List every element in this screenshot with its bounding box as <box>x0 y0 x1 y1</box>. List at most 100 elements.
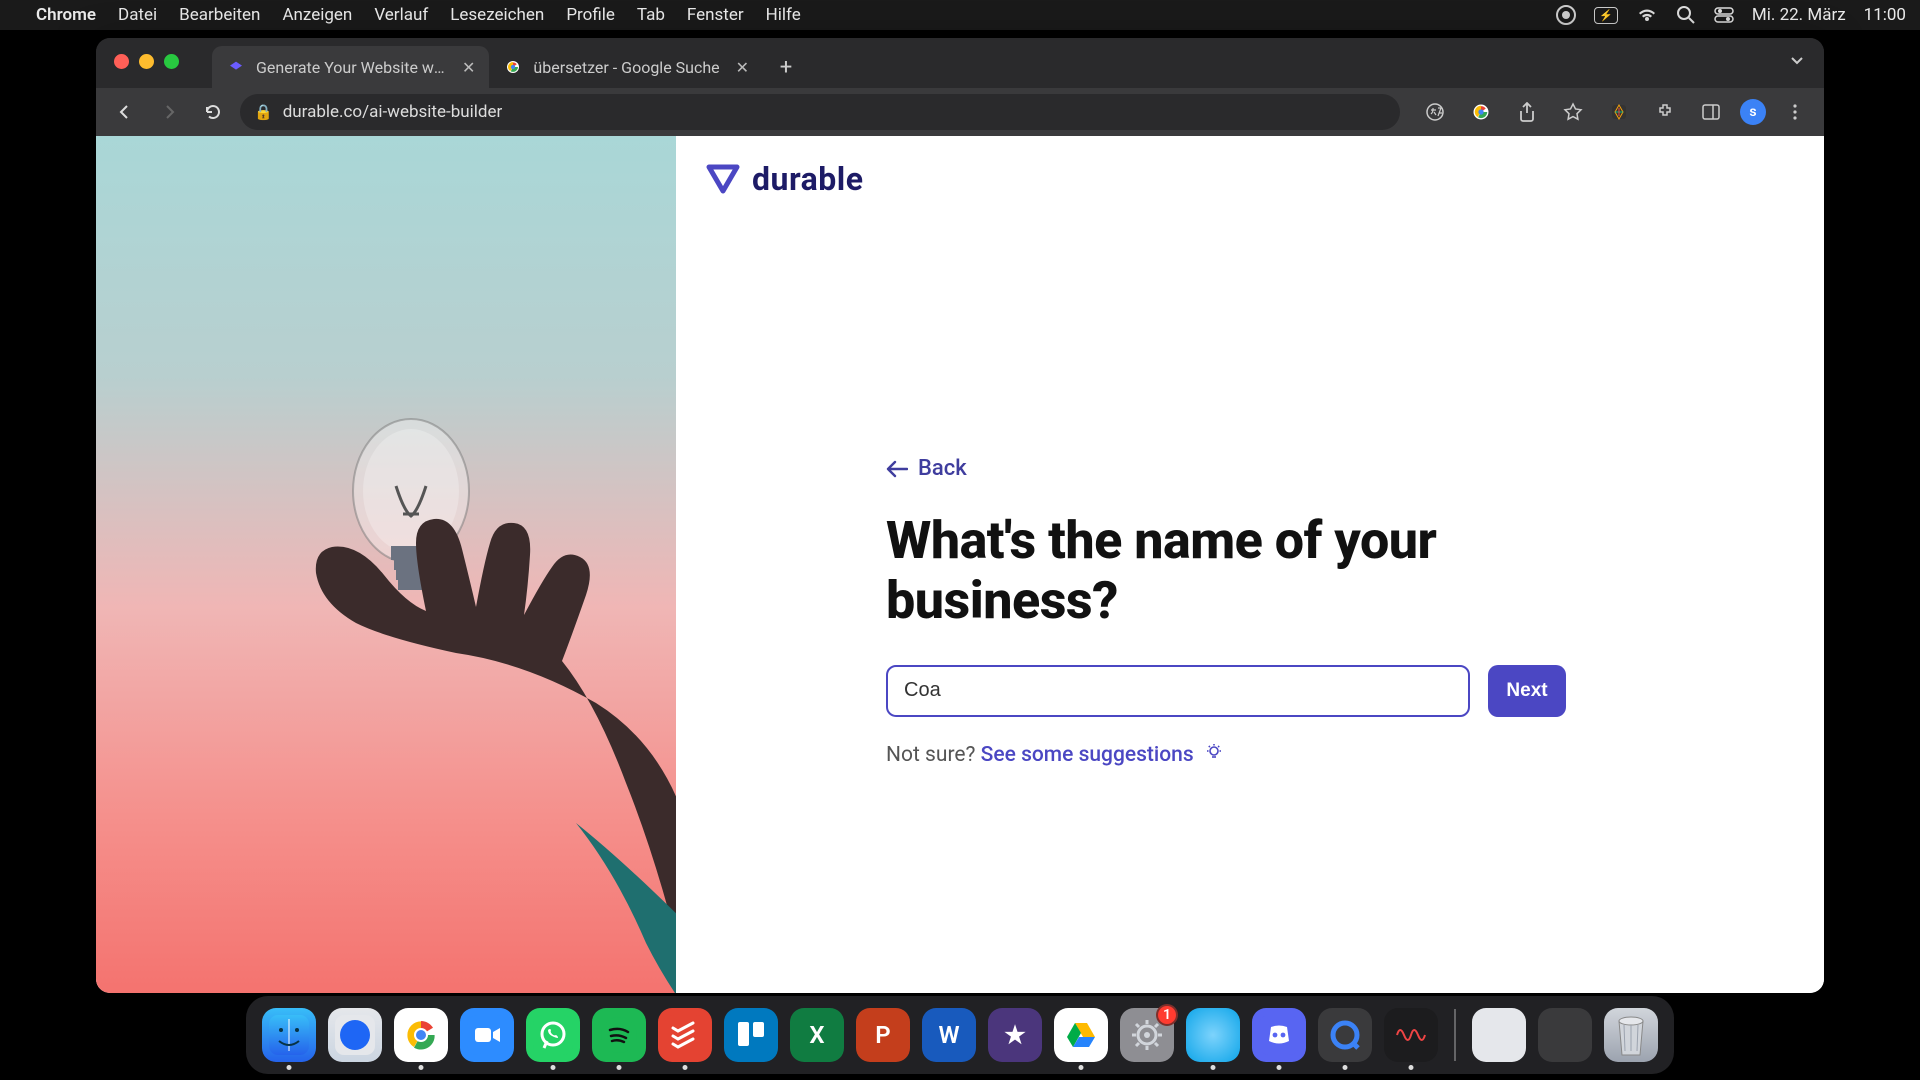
browser-window: Generate Your Website with AI ✕ übersetz… <box>96 38 1824 993</box>
dock-separator <box>1454 1009 1456 1061</box>
window-close[interactable] <box>114 54 129 69</box>
brand-name: durable <box>752 160 864 198</box>
running-indicator <box>683 1065 688 1070</box>
menu-item[interactable]: Profile <box>566 5 615 25</box>
dock-app-app-util[interactable] <box>1472 1008 1526 1062</box>
wifi-icon[interactable] <box>1636 7 1658 23</box>
content-pane: durable Back What's the name of your bus… <box>676 136 1824 993</box>
dock-app-todoist[interactable] <box>658 1008 712 1062</box>
tab-close-icon[interactable]: ✕ <box>462 58 475 77</box>
dock-app-trash[interactable] <box>1604 1008 1658 1062</box>
dock-app-powerpoint[interactable]: P <box>856 1008 910 1062</box>
running-indicator <box>1211 1065 1216 1070</box>
chrome-menu-icon[interactable] <box>1778 95 1812 129</box>
dock-app-excel[interactable]: X <box>790 1008 844 1062</box>
bookmark-icon[interactable] <box>1556 95 1590 129</box>
menu-item[interactable]: Bearbeiten <box>179 5 260 25</box>
nav-reload-button[interactable] <box>196 95 230 129</box>
dock-app-finder[interactable] <box>262 1008 316 1062</box>
running-indicator <box>1079 1065 1084 1070</box>
menu-item[interactable]: Anzeigen <box>282 5 352 25</box>
menu-item[interactable]: Lesezeichen <box>450 5 544 25</box>
extension-color-icon[interactable] <box>1602 95 1636 129</box>
url-text: durable.co/ai-website-builder <box>283 102 503 122</box>
arrow-left-icon <box>886 460 908 478</box>
nav-back-button[interactable] <box>108 95 142 129</box>
browser-tab[interactable]: übersetzer - Google Suche ✕ <box>489 46 763 88</box>
google-icon[interactable] <box>1464 95 1498 129</box>
page-viewport: durable Back What's the name of your bus… <box>96 136 1824 993</box>
page-heading: What's the name of your business? <box>886 511 1446 631</box>
tab-title: Generate Your Website with AI <box>256 58 446 77</box>
tab-close-icon[interactable]: ✕ <box>736 58 749 77</box>
share-icon[interactable] <box>1510 95 1544 129</box>
window-controls <box>114 54 179 69</box>
dock-app-discord[interactable] <box>1252 1008 1306 1062</box>
control-center-icon[interactable] <box>1714 7 1734 23</box>
dock-app-spotify[interactable] <box>592 1008 646 1062</box>
mac-menubar: Chrome Datei Bearbeiten Anzeigen Verlauf… <box>0 0 1920 30</box>
dock-badge: 1 <box>1156 1004 1178 1026</box>
dock-app-chrome[interactable] <box>394 1008 448 1062</box>
hero-image <box>96 136 676 993</box>
next-button[interactable]: Next <box>1488 665 1566 717</box>
tab-favicon <box>503 57 523 77</box>
hand-illustration <box>266 503 676 993</box>
browser-tab[interactable]: Generate Your Website with AI ✕ <box>212 46 489 88</box>
running-indicator <box>617 1065 622 1070</box>
lock-icon: 🔒 <box>254 103 273 121</box>
brand-mark-icon <box>706 164 740 194</box>
tab-title: übersetzer - Google Suche <box>533 58 719 77</box>
address-bar[interactable]: 🔒 durable.co/ai-website-builder <box>240 94 1400 130</box>
business-name-input[interactable] <box>886 665 1470 717</box>
menu-item[interactable]: Hilfe <box>766 5 801 25</box>
menubar-date[interactable]: Mi. 22. März <box>1752 5 1846 25</box>
dock-app-zoom[interactable] <box>460 1008 514 1062</box>
browser-toolbar: 🔒 durable.co/ai-website-builder s <box>96 88 1824 136</box>
dock-app-voice-memos[interactable] <box>1384 1008 1438 1062</box>
new-tab-button[interactable]: + <box>769 50 803 84</box>
running-indicator <box>419 1065 424 1070</box>
menubar-app-name[interactable]: Chrome <box>36 5 96 25</box>
menu-item[interactable]: Datei <box>118 5 157 25</box>
dock-app-settings[interactable]: 1 <box>1120 1008 1174 1062</box>
see-suggestions-link[interactable]: See some suggestions <box>981 743 1194 767</box>
dock-app-screenshot[interactable] <box>1538 1008 1592 1062</box>
dock-app-whatsapp[interactable] <box>526 1008 580 1062</box>
running-indicator <box>1343 1065 1348 1070</box>
running-indicator <box>1277 1065 1282 1070</box>
spotlight-icon[interactable] <box>1676 5 1696 25</box>
running-indicator <box>1409 1065 1414 1070</box>
extensions-icon[interactable] <box>1648 95 1682 129</box>
window-zoom[interactable] <box>164 54 179 69</box>
menu-item[interactable]: Fenster <box>687 5 744 25</box>
battery-icon[interactable]: ⚡ <box>1594 7 1618 24</box>
menubar-time[interactable]: 11:00 <box>1864 5 1906 25</box>
menu-item[interactable]: Verlauf <box>374 5 428 25</box>
screen-record-icon[interactable] <box>1556 5 1576 25</box>
profile-avatar[interactable]: s <box>1740 99 1766 125</box>
back-label: Back <box>918 456 967 481</box>
dock-app-drive[interactable] <box>1054 1008 1108 1062</box>
not-sure-text: Not sure? <box>886 743 981 767</box>
sidepanel-icon[interactable] <box>1694 95 1728 129</box>
dock-app-safari[interactable] <box>328 1008 382 1062</box>
translate-icon[interactable] <box>1418 95 1452 129</box>
lightbulb-icon <box>1205 743 1223 761</box>
tab-favicon <box>226 57 246 77</box>
brand-logo[interactable]: durable <box>706 160 864 198</box>
tab-strip: Generate Your Website with AI ✕ übersetz… <box>96 38 1824 88</box>
suggestions-hint: Not sure? See some suggestions <box>886 743 1566 767</box>
dock-app-trello[interactable] <box>724 1008 778 1062</box>
running-indicator <box>287 1065 292 1070</box>
dock-app-imovie[interactable]: ★ <box>988 1008 1042 1062</box>
nav-forward-button[interactable] <box>152 95 186 129</box>
tab-overflow-icon[interactable] <box>1788 52 1806 70</box>
dock-app-app-blue[interactable] <box>1186 1008 1240 1062</box>
dock-app-quicktime[interactable] <box>1318 1008 1372 1062</box>
running-indicator <box>551 1065 556 1070</box>
menu-item[interactable]: Tab <box>637 5 665 25</box>
dock-app-word[interactable]: W <box>922 1008 976 1062</box>
back-button[interactable]: Back <box>886 456 1566 481</box>
window-minimize[interactable] <box>139 54 154 69</box>
